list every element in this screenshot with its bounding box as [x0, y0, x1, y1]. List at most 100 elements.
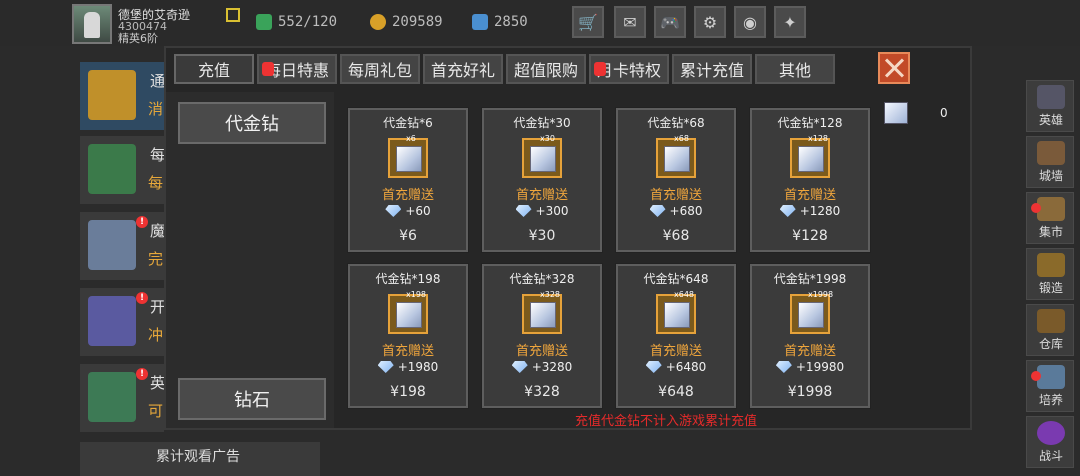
voucher-diamond-icon	[884, 102, 908, 124]
background-footer-label: 累计观看广告	[156, 449, 240, 465]
player-avatar[interactable]	[72, 4, 112, 44]
card-reward: +300	[484, 204, 600, 218]
voucher-diamond-icon	[522, 294, 562, 334]
voucher-diamond-button[interactable]: 代金钻	[178, 102, 326, 144]
nav-train[interactable]: 培养	[1026, 360, 1074, 412]
product-card[interactable]: 代金钻*648 x648 首充赠送 +6480 ¥648	[615, 263, 737, 409]
tab-cumulative-recharge[interactable]: 累计充值	[672, 54, 752, 84]
shield-icon	[88, 296, 136, 346]
nav-hero[interactable]: 英雄	[1026, 80, 1074, 132]
edit-name-icon[interactable]	[226, 8, 240, 22]
crystal-crown-icon	[88, 220, 136, 270]
alert-badge: !	[136, 368, 148, 380]
card-reward-value: +6480	[665, 360, 707, 374]
list-item[interactable]: 通 消	[80, 62, 166, 130]
card-bonus-label: 首充赠送	[783, 188, 836, 203]
product-card[interactable]: 代金钻*68 x68 首充赠送 +680 ¥68	[615, 107, 737, 253]
green-block-icon	[88, 372, 136, 422]
chalice-icon	[88, 70, 136, 120]
card-qty-tag: x68	[674, 134, 689, 143]
tab-label: 每周礼包	[347, 61, 412, 80]
card-title: 代金钻*30	[513, 116, 571, 130]
list-item[interactable]: 每 每	[80, 136, 165, 204]
card-reward: +1280	[752, 204, 868, 218]
card-reward: +6480	[618, 360, 734, 374]
card-reward: +19980	[752, 360, 868, 374]
settings-gear-icon: ⚙	[702, 12, 718, 32]
card-title: 代金钻*128	[777, 116, 843, 130]
coin-value: 209589	[392, 14, 443, 30]
diamond-icon	[385, 205, 402, 217]
nav-battle[interactable]: 战斗	[1026, 416, 1074, 468]
nav-wall[interactable]: 城墙	[1026, 136, 1074, 188]
tab-monthly-card[interactable]: 月卡特权	[589, 54, 669, 84]
background-footer: 累计观看广告	[80, 442, 320, 476]
card-bonus-label: 首充赠送	[381, 344, 434, 359]
list-item[interactable]: ! 魔 完	[80, 212, 165, 280]
game-button[interactable]: 🎮	[654, 6, 686, 38]
nav-label: 战斗	[1038, 449, 1063, 463]
card-reward: +60	[350, 204, 466, 218]
nav-forge[interactable]: 锻造	[1026, 248, 1074, 300]
tab-label: 每日特惠	[264, 61, 329, 80]
tab-weekly-pack[interactable]: 每周礼包	[340, 54, 420, 84]
list-item-subtitle: 消	[148, 100, 164, 118]
close-button[interactable]	[878, 52, 910, 84]
tab-recharge[interactable]: 充值	[174, 54, 254, 84]
diamond-icon	[511, 361, 528, 373]
tab-label: 月卡特权	[596, 61, 661, 80]
card-price: ¥30	[528, 228, 556, 244]
tab-limited-offer[interactable]: 超值限购	[506, 54, 586, 84]
card-qty-tag: x198	[406, 290, 427, 299]
list-item[interactable]: ! 英 可	[80, 364, 165, 432]
tab-first-recharge[interactable]: 首充好礼	[423, 54, 503, 84]
diamond-icon	[377, 361, 394, 373]
product-card[interactable]: 代金钻*198 x198 首充赠送 +1980 ¥198	[347, 263, 469, 409]
card-qty-tag: x30	[540, 134, 555, 143]
product-card[interactable]: 代金钻*30 x30 首充赠送 +300 ¥30	[481, 107, 603, 253]
player-rank: 精英6阶	[118, 32, 158, 45]
card-title: 代金钻*68	[647, 116, 705, 130]
tab-daily-deals[interactable]: 每日特惠	[257, 54, 337, 84]
voucher-diamond-icon	[790, 138, 830, 178]
voucher-diamond-icon	[656, 294, 696, 334]
tab-label: 累计充值	[679, 61, 744, 80]
nav-label: 锻造	[1038, 281, 1063, 295]
card-reward-value: +1280	[799, 204, 841, 218]
voucher-diamond-icon	[790, 294, 830, 334]
diamond-button[interactable]: 钻石	[178, 378, 326, 420]
sparkle-button[interactable]: ✦	[774, 6, 806, 38]
card-bonus-label: 首充赠送	[515, 188, 568, 203]
mail-button[interactable]: ✉	[614, 6, 646, 38]
alert-badge	[1031, 203, 1041, 213]
diamond-icon	[775, 361, 792, 373]
alert-badge: !	[136, 216, 148, 228]
card-qty-tag: x328	[540, 290, 561, 299]
shop-button[interactable]: 🛒	[572, 6, 604, 38]
energy-resource: 552/120	[256, 10, 337, 34]
product-card[interactable]: 代金钻*1998 x1998 首充赠送 +19980 ¥1998	[749, 263, 871, 409]
nav-market[interactable]: 集市	[1026, 192, 1074, 244]
list-item-title: 开	[150, 298, 166, 316]
card-qty-tag: x648	[674, 290, 695, 299]
list-item[interactable]: ! 开 冲	[80, 288, 166, 356]
tab-other[interactable]: 其他	[755, 54, 835, 84]
product-card[interactable]: 代金钻*328 x328 首充赠送 +3280 ¥328	[481, 263, 603, 409]
card-qty-tag: x6	[406, 134, 416, 143]
alert-badge: !	[136, 292, 148, 304]
recharge-notice: 充值代金钻不计入游戏累计充值	[574, 414, 757, 429]
card-qty-tag: x1998	[808, 290, 834, 299]
list-item-subtitle: 完	[148, 250, 164, 268]
diamond-icon	[645, 361, 662, 373]
voucher-diamond-icon	[656, 138, 696, 178]
card-bonus-label: 首充赠送	[649, 188, 702, 203]
product-card[interactable]: 代金钻*6 x6 首充赠送 +60 ¥6	[347, 107, 469, 253]
color-button[interactable]: ◉	[734, 6, 766, 38]
product-card[interactable]: 代金钻*128 x128 首充赠送 +1280 ¥128	[749, 107, 871, 253]
nav-warehouse[interactable]: 仓库	[1026, 304, 1074, 356]
list-item-title: 通	[150, 72, 166, 90]
alert-badge	[1031, 371, 1041, 381]
settings-button[interactable]: ⚙	[694, 6, 726, 38]
alert-badge	[594, 62, 606, 76]
list-item-subtitle: 冲	[148, 326, 164, 344]
